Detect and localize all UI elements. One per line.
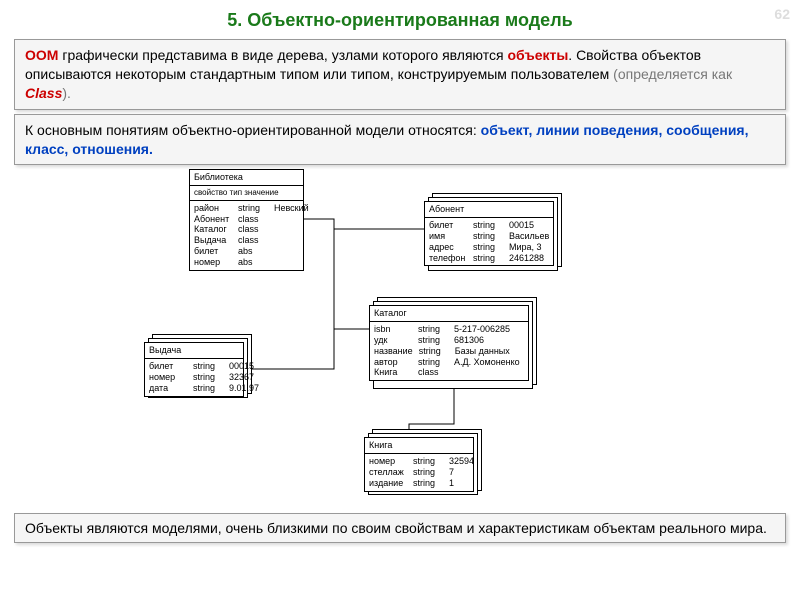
cell: Васильев xyxy=(509,231,549,242)
cell: string xyxy=(418,357,448,368)
gray-open: (определяется как xyxy=(613,66,732,82)
cell: 00015 xyxy=(229,361,254,372)
cell: А.Д. Хомоненко xyxy=(454,357,520,368)
cell: 2461288 xyxy=(509,253,544,264)
abonent-body: билет string 00015 имя string Васильев адрес… xyxy=(425,218,553,265)
cell: Мира, 3 xyxy=(509,242,542,253)
book-body: номер string 32594 стеллаж string 7 издание s… xyxy=(365,454,473,490)
cell: 00015 xyxy=(509,220,534,231)
cell: телефон xyxy=(429,253,467,264)
cell: Каталог xyxy=(194,224,232,235)
cell: адрес xyxy=(429,242,467,253)
cell: автор xyxy=(374,357,412,368)
cell: Невский xyxy=(274,203,309,214)
library-header: свойство тип значение xyxy=(190,186,303,201)
cell: class xyxy=(238,235,268,246)
concepts-text: К основным понятиям объектно-ориентирова… xyxy=(25,122,481,138)
book-box: Книга номер string 32594 стеллаж string 7 из… xyxy=(364,437,474,491)
vydacha-body: билетstring00015 номерstring32367 датаst… xyxy=(145,359,243,395)
cell: Базы данных xyxy=(455,346,510,357)
oom-label: ООМ xyxy=(25,47,58,63)
cell: string xyxy=(419,346,449,357)
concepts-box: К основным понятиям объектно-ориентирова… xyxy=(14,114,786,166)
cell: string xyxy=(473,242,503,253)
library-box: Библиотека свойство тип значение районst… xyxy=(189,169,304,270)
cell: class xyxy=(238,224,268,235)
cell: 1 xyxy=(449,478,454,489)
cell: string xyxy=(413,456,443,467)
main-title: 5. Объектно-ориентированная модель xyxy=(0,0,800,35)
cell: class xyxy=(238,214,268,225)
cell: Выдача xyxy=(194,235,232,246)
intro-box: ООМ графически представима в виде дерева… xyxy=(14,39,786,110)
abonent-title: Абонент xyxy=(425,202,553,218)
cell: номер xyxy=(194,257,232,268)
cell: номер xyxy=(369,456,407,467)
page-number: 62 xyxy=(774,6,790,22)
cell: стеллаж xyxy=(369,467,407,478)
cell: string xyxy=(473,220,503,231)
catalog-title: Каталог xyxy=(370,306,528,322)
cell: издание xyxy=(369,478,407,489)
cell: isbn xyxy=(374,324,412,335)
cell: string xyxy=(193,372,223,383)
cell: 7 xyxy=(449,467,454,478)
cell: string xyxy=(418,335,448,346)
abonent-box: Абонент билет string 00015 имя string Василь… xyxy=(424,201,554,266)
vydacha-title: Выдача xyxy=(145,343,243,359)
cell: string xyxy=(473,231,503,242)
cell: имя xyxy=(429,231,467,242)
intro-text-1: графически представима в виде дерева, уз… xyxy=(58,47,507,63)
cell: дата xyxy=(149,383,187,394)
class-word: Class xyxy=(25,85,62,101)
cell: 32367 xyxy=(229,372,254,383)
cell: string xyxy=(413,467,443,478)
cell: Книга xyxy=(374,367,412,378)
vydacha-box: Выдача билетstring00015 номерstring32367… xyxy=(144,342,244,396)
cell: Абонент xyxy=(194,214,232,225)
library-body: районstringНевский Абонентclass Каталогc… xyxy=(190,201,303,270)
catalog-box: Каталог isbn string 5-217-006285 удк string… xyxy=(369,305,529,381)
cell: string xyxy=(238,203,268,214)
book-title: Книга xyxy=(365,438,473,454)
catalog-body: isbn string 5-217-006285 удк string 681306 н… xyxy=(370,322,528,380)
cell: 681306 xyxy=(454,335,484,346)
cell: string xyxy=(193,383,223,394)
cell: билет xyxy=(149,361,187,372)
cell: string xyxy=(413,478,443,489)
cell: abs xyxy=(238,257,268,268)
cell: string xyxy=(193,361,223,372)
gray-close: ). xyxy=(62,85,71,101)
cell: 32594 xyxy=(449,456,474,467)
footer-text: Объекты являются моделями, очень близким… xyxy=(25,520,767,536)
objects-word: объекты xyxy=(507,47,568,63)
footer-box: Объекты являются моделями, очень близким… xyxy=(14,513,786,543)
cell: название xyxy=(374,346,413,357)
cell: билет xyxy=(429,220,467,231)
diagram-area: Библиотека свойство тип значение районst… xyxy=(14,169,786,509)
cell: class xyxy=(418,367,448,378)
cell: район xyxy=(194,203,232,214)
cell: abs xyxy=(238,246,268,257)
cell: string xyxy=(418,324,448,335)
cell: 9.01.97 xyxy=(229,383,259,394)
cell: номер xyxy=(149,372,187,383)
cell: билет xyxy=(194,246,232,257)
library-title: Библиотека xyxy=(190,170,303,186)
cell: 5-217-006285 xyxy=(454,324,510,335)
cell: string xyxy=(473,253,503,264)
cell: удк xyxy=(374,335,412,346)
